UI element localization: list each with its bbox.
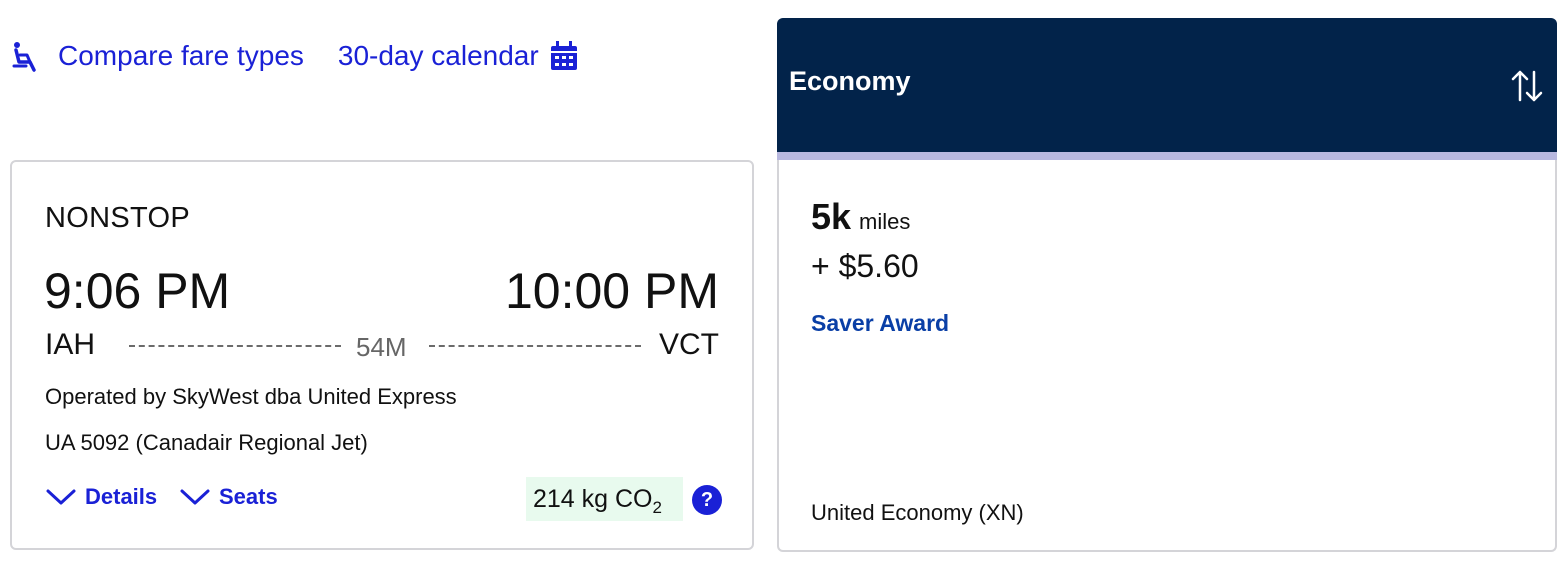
flight-duration: 54M [356, 332, 407, 362]
co2-emissions-badge: 214 kg CO2 [526, 477, 683, 521]
co2-value: 214 kg CO [533, 485, 653, 513]
fare-type-label: Saver Award [811, 310, 950, 336]
details-toggle[interactable]: Details [45, 484, 157, 510]
economy-fare-card[interactable]: 5k miles + $5.60 Saver Award United Econ… [777, 160, 1557, 552]
help-icon[interactable]: ? [692, 485, 722, 515]
departure-time: 9:06 PM [44, 263, 231, 319]
arrival-time: 10:00 PM [504, 263, 719, 319]
co2-subscript: 2 [652, 498, 662, 517]
calendar-icon [549, 40, 579, 72]
cabin-class: United Economy (XN) [811, 500, 1024, 525]
operated-by: Operated by SkyWest dba United Express [45, 384, 457, 409]
destination-airport: VCT [659, 328, 719, 361]
sort-arrows-icon[interactable] [1510, 68, 1544, 104]
seats-label: Seats [219, 484, 278, 509]
route-line-right [429, 345, 641, 347]
miles-price: 5k miles [811, 196, 910, 238]
economy-column-header[interactable]: Economy [777, 18, 1557, 152]
seats-toggle[interactable]: Seats [179, 484, 278, 510]
compare-fare-types-label: Compare fare types [58, 40, 304, 71]
economy-title: Economy [789, 66, 911, 96]
flight-number: UA 5092 (Canadair Regional Jet) [45, 430, 368, 455]
calendar-link-label: 30-day calendar [337, 40, 539, 71]
chevron-down-icon [180, 489, 210, 505]
miles-value: 5k [811, 196, 852, 237]
thirty-day-calendar-link[interactable]: 30-day calendar [338, 40, 579, 72]
economy-header-strip [777, 152, 1557, 160]
compare-fare-types-link[interactable]: Compare fare types [10, 40, 304, 72]
top-links: Compare fare types 30-day calendar [10, 40, 579, 72]
miles-unit: miles [859, 209, 911, 234]
route-line-left [129, 345, 341, 347]
stops-label: NONSTOP [45, 202, 190, 234]
seat-icon [10, 40, 42, 72]
origin-airport: IAH [45, 328, 96, 361]
chevron-down-icon [46, 489, 76, 505]
flight-card: NONSTOP 9:06 PM 10:00 PM IAH 54M VCT Ope… [10, 160, 754, 550]
details-label: Details [85, 484, 158, 509]
fare-tax: + $5.60 [811, 248, 919, 284]
